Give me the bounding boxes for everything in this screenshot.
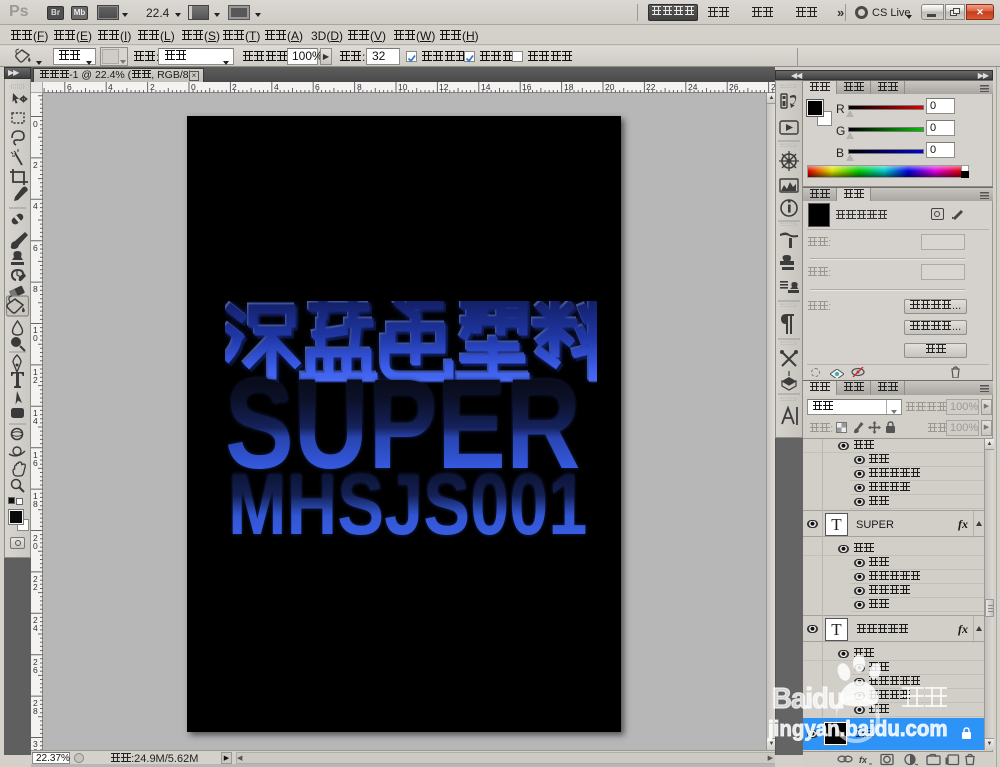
svg-text:4: 4	[33, 416, 38, 426]
svg-text:0: 0	[33, 119, 38, 129]
svg-text:2: 2	[33, 160, 38, 170]
svg-text:2: 2	[150, 82, 155, 92]
svg-text:8: 8	[357, 82, 362, 92]
svg-text:0: 0	[191, 82, 196, 92]
svg-text:10: 10	[398, 82, 408, 92]
svg-text:20: 20	[605, 82, 615, 92]
svg-text:26: 26	[729, 82, 739, 92]
svg-text:6: 6	[33, 243, 38, 253]
svg-text:0: 0	[33, 333, 38, 343]
svg-text:2: 2	[232, 82, 237, 92]
svg-text:4: 4	[33, 623, 38, 633]
svg-text:4: 4	[33, 201, 38, 211]
svg-text:6: 6	[33, 458, 38, 468]
svg-text:4: 4	[274, 82, 279, 92]
svg-text:22: 22	[646, 82, 656, 92]
svg-text:2: 2	[33, 375, 38, 385]
svg-text:6: 6	[315, 82, 320, 92]
svg-text:4: 4	[108, 82, 113, 92]
svg-text:8: 8	[33, 284, 38, 294]
svg-text:2: 2	[33, 582, 38, 592]
svg-text:0: 0	[33, 541, 38, 551]
svg-text:24: 24	[688, 82, 698, 92]
svg-text:6: 6	[33, 665, 38, 675]
svg-text:8: 8	[33, 706, 38, 716]
svg-text:fx: fx	[859, 755, 868, 765]
svg-text:6: 6	[67, 82, 72, 92]
svg-text:8: 8	[33, 499, 38, 509]
svg-text:18: 18	[564, 82, 574, 92]
svg-text:14: 14	[481, 82, 491, 92]
svg-text:16: 16	[522, 82, 532, 92]
svg-text:12: 12	[439, 82, 449, 92]
